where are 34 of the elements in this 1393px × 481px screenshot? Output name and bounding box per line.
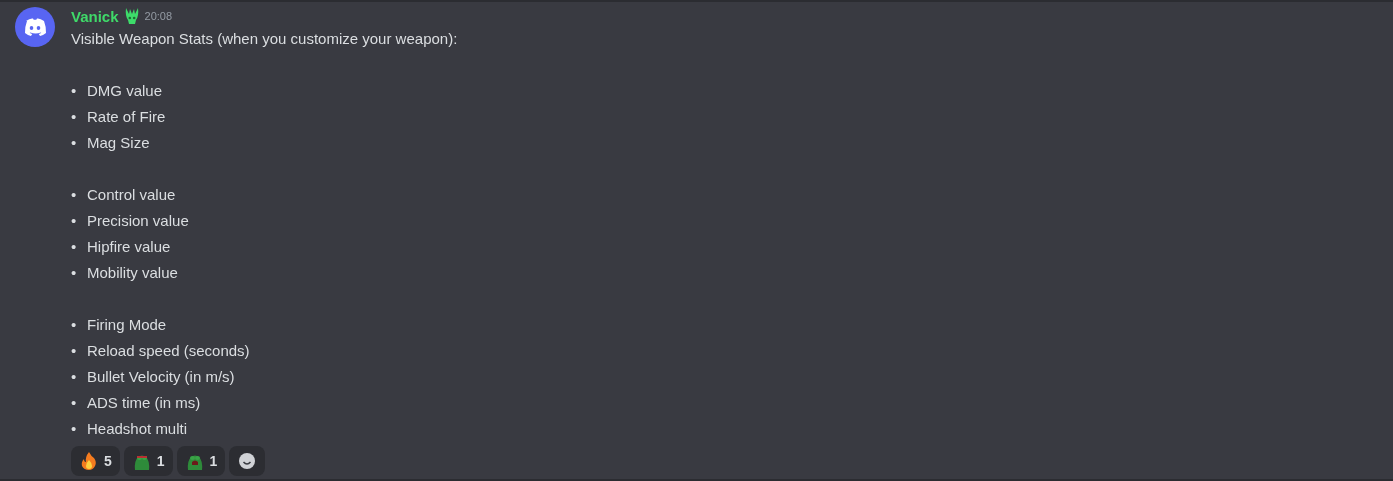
reaction-button[interactable]: 1 — [123, 446, 173, 476]
bullet: • — [71, 393, 78, 413]
fire-icon — [79, 451, 99, 471]
bullet: • — [71, 107, 78, 127]
list-item: Control value — [87, 185, 176, 205]
add-reaction-button[interactable] — [229, 446, 266, 476]
bullet: • — [71, 263, 78, 283]
timestamp: 20:08 — [144, 10, 173, 22]
bullet: • — [71, 237, 78, 257]
list-item: Bullet Velocity (in m/s) — [87, 367, 235, 387]
list-item: Mobility value — [87, 263, 178, 283]
message-text: Visible Weapon Stats (when you customize your weapon): — [71, 29, 458, 49]
avatar-icon[interactable] — [15, 7, 55, 47]
bullet: • — [71, 81, 78, 101]
list-item: Hipfire value — [87, 237, 171, 257]
list-item: Headshot multi — [87, 419, 188, 439]
list-item: Mag Size — [87, 133, 150, 153]
list-item: Precision value — [87, 211, 189, 231]
list-item: Firing Mode — [87, 315, 167, 335]
list-item: DMG value — [87, 81, 163, 101]
list-item: Rate of Fire — [87, 107, 166, 127]
list-item: Reload speed (seconds) — [87, 341, 250, 361]
bullet: • — [71, 185, 78, 205]
bullet: • — [71, 315, 78, 335]
bullet: • — [71, 419, 78, 439]
list-item: ADS time (in ms) — [87, 393, 201, 413]
bullet: • — [71, 367, 78, 387]
bullet: • — [71, 133, 78, 153]
reaction-button[interactable]: 1 — [176, 446, 226, 476]
reaction-button[interactable]: 5 — [71, 446, 120, 476]
smiley-icon — [237, 451, 258, 471]
author-name[interactable]: Vanick — [71, 7, 119, 25]
bullet: • — [71, 211, 78, 231]
bullet: • — [71, 341, 78, 361]
